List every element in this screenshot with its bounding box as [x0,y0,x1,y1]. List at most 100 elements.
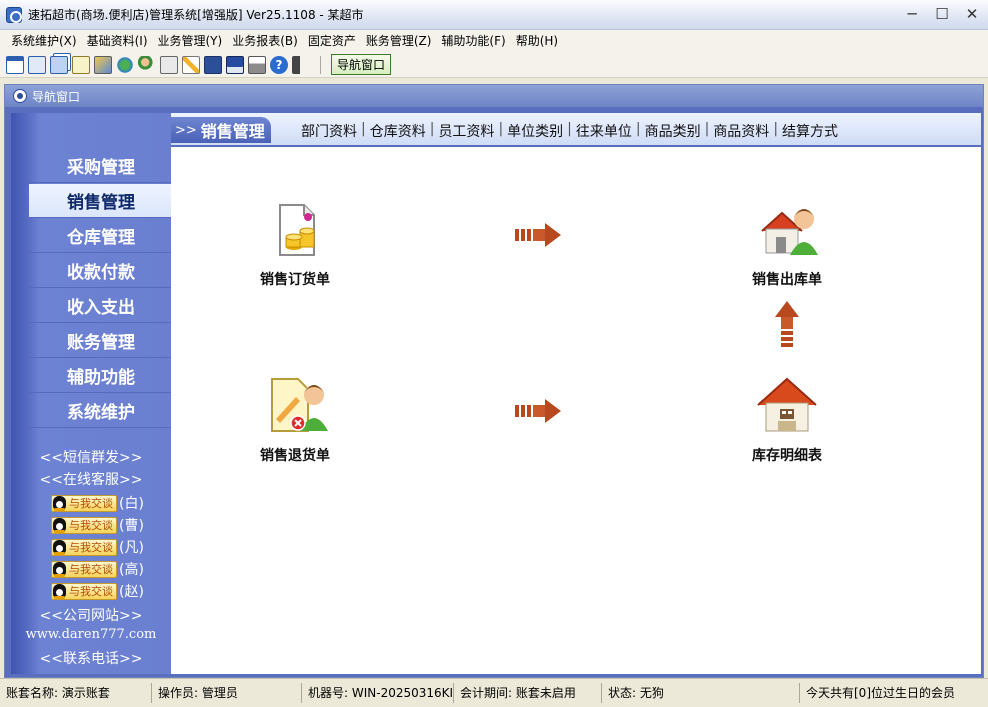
maximize-button[interactable]: ☐ [932,4,952,24]
section-title-text: 销售管理 [200,122,265,141]
qq-contact[interactable]: 与我交谈 (高) [51,559,144,579]
message-icon[interactable] [72,55,90,74]
qq-penguin-icon [53,518,66,533]
link-separator: | [773,121,779,137]
qq-contact-name: (白) [119,496,144,512]
link-separator: | [429,121,435,137]
help-icon[interactable]: ? [270,55,288,74]
qq-contact[interactable]: 与我交谈 (白) [51,493,144,513]
close-button[interactable]: ✕ [962,4,982,24]
exit-icon[interactable] [292,55,310,74]
sidebar-item-accounting[interactable]: 账务管理 [29,324,171,358]
nav-window: 导航窗口 采购管理 销售管理 仓库管理 收款付款 收入支出 账务管理 辅助功能 … [4,84,984,678]
grid-icon[interactable] [6,55,24,74]
link-settlement-methods[interactable]: 结算方式 [782,121,838,141]
link-warehouses[interactable]: 仓库资料 [370,121,426,141]
nav-window-icon [13,89,27,103]
website-url[interactable]: www.daren777.com [11,627,171,642]
qq-chat-badge[interactable]: 与我交谈 [51,494,117,512]
link-unit-categories[interactable]: 单位类别 [507,121,563,141]
section-prefix: >> [175,122,197,138]
link-employees[interactable]: 员工资料 [438,121,494,141]
main-content: >> 销售管理 部门资料 | 仓库资料 | 员工资料 | 单位类别 | 往来单位 | 商品… [171,113,981,674]
sales-order-node[interactable]: 销售订货单 [235,199,355,289]
sidebar-item-purchase[interactable]: 采购管理 [29,149,171,183]
qq-chat-badge[interactable]: 与我交谈 [51,516,117,534]
edit-icon[interactable] [182,55,200,74]
link-departments[interactable]: 部门资料 [301,121,357,141]
inventory-detail-label[interactable]: 库存明细表 [727,445,847,465]
link-separator: | [498,121,504,137]
qq-chat-badge[interactable]: 与我交谈 [51,582,117,600]
qq-contact-name: (凡) [119,540,144,556]
status-bar: 账套名称: 演示账套 操作员: 管理员 机器号: WIN-20250316KI … [0,678,988,707]
users-icon[interactable] [138,55,156,74]
sales-return-icon [264,375,328,437]
qq-chat-badge[interactable]: 与我交谈 [51,538,117,556]
title-bar: 速拓超市(商场.便利店)管理系统[增强版] Ver25.1108 - 某超市 ─… [0,0,988,30]
sales-order-label[interactable]: 销售订货单 [235,269,355,289]
sms-link[interactable]: <<短信群发>> [11,447,171,467]
qq-penguin-icon [53,584,66,599]
arrow-right-icon [515,223,561,247]
qq-contact-name: (曹) [119,518,144,534]
status-state: 状态: 无狗 [602,683,800,703]
form-icon[interactable] [28,55,46,74]
printer-icon[interactable] [248,55,266,74]
windows-icon[interactable] [50,55,68,74]
sidebar-item-warehouse[interactable]: 仓库管理 [29,219,171,253]
menu-fixed-assets[interactable]: 固定资产 [303,30,361,52]
arrow-up-icon [775,301,799,347]
qq-contact[interactable]: 与我交谈 (曹) [51,515,144,535]
menu-business[interactable]: 业务管理(Y) [153,30,228,52]
qq-chat-badge[interactable]: 与我交谈 [51,560,117,578]
minimize-button[interactable]: ─ [902,4,922,24]
inventory-detail-node[interactable]: 库存明细表 [727,375,847,465]
menu-accounting[interactable]: 账务管理(Z) [361,30,437,52]
sales-order-icon [264,199,326,261]
section-title: >> 销售管理 [171,117,271,143]
online-service-link[interactable]: <<在线客服>> [11,469,171,489]
toolbar: ? 导航窗口 [0,52,988,78]
qq-contact-name: (赵) [119,584,144,600]
save-icon[interactable] [226,55,244,74]
nav-window-title: 导航窗口 [32,89,81,104]
phone-link[interactable]: <<联系电话>> [11,648,171,668]
qq-penguin-icon [53,540,66,555]
sidebar-item-receipts-payments[interactable]: 收款付款 [29,254,171,288]
menu-basic-data[interactable]: 基础资料(I) [82,30,153,52]
sidebar-item-sales[interactable]: 销售管理 [29,184,171,218]
sales-return-label[interactable]: 销售退货单 [235,445,355,465]
sales-out-label[interactable]: 销售出库单 [727,269,847,289]
sidebar-item-system[interactable]: 系统维护 [29,394,171,428]
sales-out-icon [756,199,818,261]
print-preview-icon[interactable] [160,55,178,74]
inventory-house-icon [756,375,818,437]
link-products[interactable]: 商品资料 [713,121,769,141]
nav-window-button[interactable]: 导航窗口 [331,54,392,75]
qq-contact[interactable]: 与我交谈 (凡) [51,537,144,557]
window-title: 速拓超市(商场.便利店)管理系统[增强版] Ver25.1108 - 某超市 [28,8,364,22]
sales-out-node[interactable]: 销售出库单 [727,199,847,289]
menu-tools[interactable]: 辅助功能(F) [436,30,510,52]
menu-system[interactable]: 系统维护(X) [6,30,82,52]
sidebar-item-income-expense[interactable]: 收入支出 [29,289,171,323]
link-product-categories[interactable]: 商品类别 [645,121,701,141]
refresh-icon[interactable] [116,55,134,74]
calculator-icon[interactable] [204,55,222,74]
link-partners[interactable]: 往来单位 [576,121,632,141]
status-operator: 操作员: 管理员 [152,683,302,703]
sidebar-item-tools[interactable]: 辅助功能 [29,359,171,393]
window-controls: ─ ☐ ✕ [902,4,982,24]
status-account: 账套名称: 演示账套 [0,683,152,703]
report-icon[interactable] [94,55,112,74]
menu-reports[interactable]: 业务报表(B) [227,30,303,52]
quick-links: 部门资料 | 仓库资料 | 员工资料 | 单位类别 | 往来单位 | 商品类别 | 商品资料… [301,121,838,141]
status-machine: 机器号: WIN-20250316KI [302,683,454,703]
toolbar-separator [320,55,321,74]
company-site-link[interactable]: <<公司网站>> [11,605,171,625]
menu-bar: 系统维护(X) 基础资料(I) 业务管理(Y) 业务报表(B) 固定资产 账务管… [0,30,988,52]
menu-help[interactable]: 帮助(H) [511,30,563,52]
sales-return-node[interactable]: 销售退货单 [235,375,355,465]
qq-contact[interactable]: 与我交谈 (赵) [51,581,144,601]
